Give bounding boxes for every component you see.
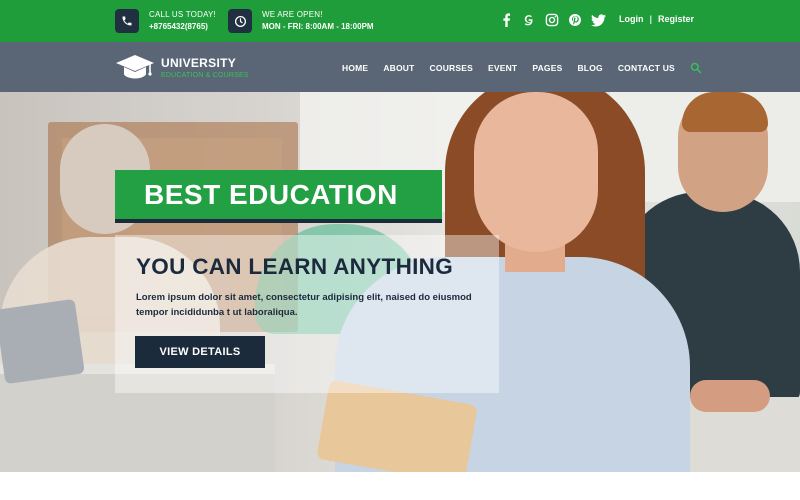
twitter-icon[interactable] xyxy=(590,12,606,28)
instagram-icon[interactable] xyxy=(544,12,560,28)
call-us-label: CALL US TODAY! xyxy=(149,10,216,19)
auth-links: Login | Register xyxy=(619,14,694,24)
search-icon[interactable] xyxy=(690,62,702,74)
phone-number: +8765432(8765) xyxy=(149,22,208,31)
hero-title: YOU CAN LEARN ANYTHING xyxy=(136,254,454,279)
opening-hours-contact: WE ARE OPEN! MON - FRI: 8:00AM - 18:00PM xyxy=(228,9,374,33)
logo-title: UNIVERSITY xyxy=(161,56,237,70)
nav-item-contact-us[interactable]: CONTACT US xyxy=(618,63,675,73)
clock-icon xyxy=(228,9,252,33)
logo-subtitle: EDUCATION & COURSES xyxy=(161,72,249,79)
social-links xyxy=(498,12,613,28)
hero-badge-text: BEST EDUCATION xyxy=(144,178,398,210)
pinterest-icon[interactable] xyxy=(567,12,583,28)
site-logo[interactable]: UNIVERSITY EDUCATION & COURSES xyxy=(115,53,249,86)
graduation-cap-icon xyxy=(115,53,155,86)
main-navbar: UNIVERSITY EDUCATION & COURSES HOME ABOU… xyxy=(0,42,800,92)
nav-item-pages[interactable]: PAGES xyxy=(532,63,562,73)
register-link[interactable]: Register xyxy=(658,14,694,24)
opening-hours: MON - FRI: 8:00AM - 18:00PM xyxy=(262,22,374,31)
google-plus-icon[interactable] xyxy=(521,12,537,28)
view-details-button[interactable]: VIEW DETAILS xyxy=(135,336,265,368)
login-link[interactable]: Login xyxy=(619,14,644,24)
nav-item-about[interactable]: ABOUT xyxy=(383,63,414,73)
top-bar: CALL US TODAY! +8765432(8765) WE ARE OPE… xyxy=(0,0,800,42)
nav-item-event[interactable]: EVENT xyxy=(488,63,517,73)
page-bottom-strip xyxy=(0,472,800,500)
facebook-icon[interactable] xyxy=(498,12,514,28)
nav-item-courses[interactable]: COURSES xyxy=(430,63,473,73)
main-menu: HOME ABOUT COURSES EVENT PAGES BLOG CONT… xyxy=(342,62,702,74)
hero-description: Lorem ipsum dolor sit amet, consectetur … xyxy=(136,292,472,318)
hero-badge: BEST EDUCATION xyxy=(115,170,442,223)
nav-item-blog[interactable]: BLOG xyxy=(577,63,602,73)
call-us-contact: CALL US TODAY! +8765432(8765) xyxy=(115,9,216,33)
open-label: WE ARE OPEN! xyxy=(262,10,323,19)
phone-icon xyxy=(115,9,139,33)
nav-item-home[interactable]: HOME xyxy=(342,63,368,73)
auth-separator: | xyxy=(649,14,653,24)
